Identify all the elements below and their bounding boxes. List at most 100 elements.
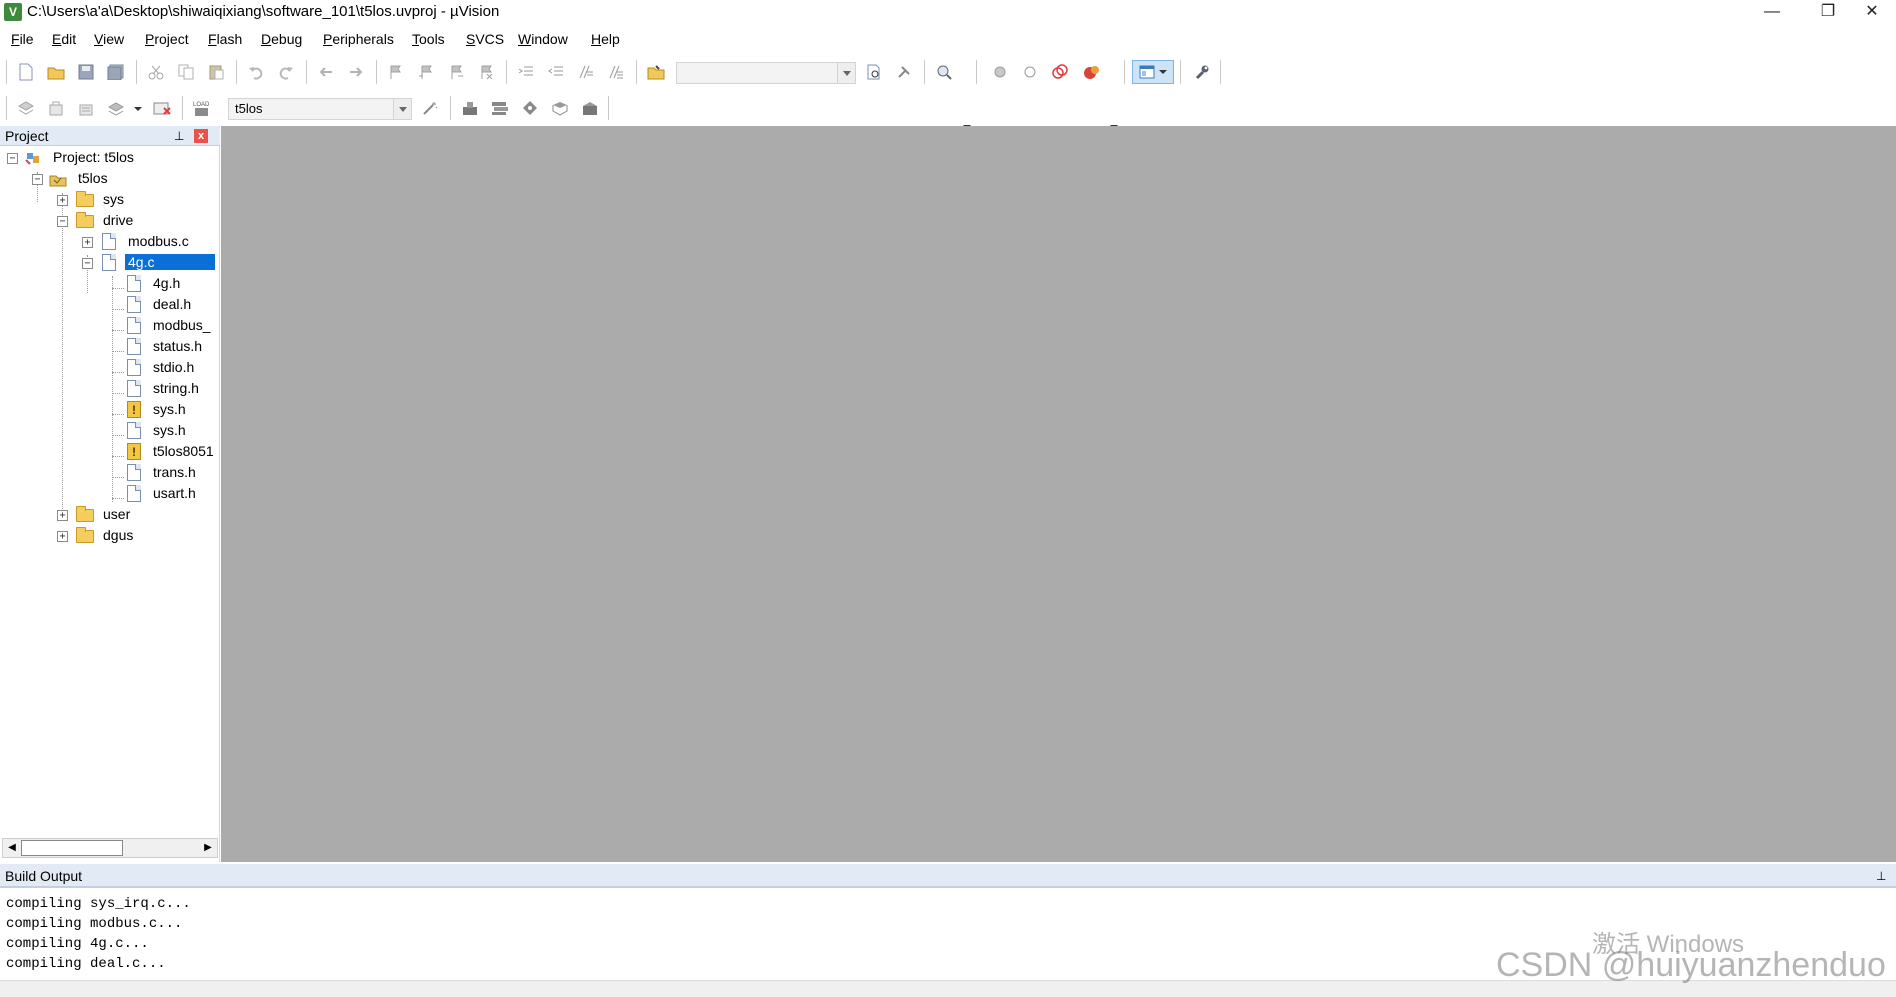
expand-toggle[interactable]: + xyxy=(57,531,68,542)
tree-include-t5los8051[interactable]: ! t5los8051 xyxy=(0,442,220,462)
comment-selection-button[interactable] xyxy=(574,60,598,84)
tree-include-usart-h[interactable]: usart.h xyxy=(0,484,220,504)
tree-include-stdio-h[interactable]: stdio.h xyxy=(0,358,220,378)
manage-project-items-button[interactable] xyxy=(458,96,482,120)
navigate-back-button[interactable] xyxy=(314,60,338,84)
save-button[interactable] xyxy=(74,60,98,84)
navigate-forward-button[interactable] xyxy=(344,60,368,84)
menu-peripherals[interactable]: Peripherals xyxy=(323,31,394,47)
pin-icon[interactable]: ⊥ xyxy=(174,129,184,143)
tree-group-drive[interactable]: − drive xyxy=(0,211,220,231)
collapse-toggle[interactable]: − xyxy=(32,174,43,185)
batch-build-dropdown-arrow[interactable] xyxy=(134,107,142,111)
scroll-left-icon[interactable]: ◀ xyxy=(3,839,21,857)
zoom-button[interactable] xyxy=(932,60,956,84)
tree-include-deal-h[interactable]: deal.h xyxy=(0,295,220,315)
tree-include-trans-h[interactable]: trans.h xyxy=(0,463,220,483)
menu-help[interactable]: Help xyxy=(591,31,620,47)
disable-breakpoints-icon xyxy=(1052,64,1068,79)
uncomment-selection-button[interactable] xyxy=(604,60,628,84)
open-file-button[interactable] xyxy=(44,60,68,84)
software-packs-button[interactable] xyxy=(578,96,602,120)
clear-bookmarks-button[interactable] xyxy=(474,60,498,84)
tree-group-user[interactable]: + user xyxy=(0,505,220,525)
target-folder-icon xyxy=(49,175,67,187)
collapse-toggle[interactable]: − xyxy=(7,153,18,164)
stop-build-button[interactable] xyxy=(150,96,174,120)
manage-run-time-button[interactable] xyxy=(518,96,542,120)
uvision-app-icon: V xyxy=(4,3,22,21)
target-options-button[interactable] xyxy=(418,96,442,120)
enable-breakpoint-button[interactable] xyxy=(1018,60,1042,84)
copy-button[interactable] xyxy=(174,60,198,84)
window-layout-button[interactable] xyxy=(1132,60,1174,84)
translate-button[interactable] xyxy=(14,96,38,120)
tree-include-modbus[interactable]: modbus_ xyxy=(0,316,220,336)
cut-button[interactable] xyxy=(144,60,168,84)
tree-project-root[interactable]: − Project: t5los xyxy=(0,148,220,168)
save-all-button[interactable] xyxy=(104,60,128,84)
editor-area[interactable] xyxy=(221,126,1896,862)
download-button[interactable]: LOAD xyxy=(190,96,214,120)
close-panel-icon[interactable]: x xyxy=(194,129,208,143)
pack-installer-button[interactable] xyxy=(548,96,572,120)
close-button[interactable]: ✕ xyxy=(1844,0,1896,26)
insert-bookmark-button[interactable] xyxy=(384,60,408,84)
menu-tools[interactable]: Tools xyxy=(412,31,445,47)
menu-project[interactable]: Project xyxy=(145,31,189,47)
disable-all-breakpoints-button[interactable] xyxy=(1048,60,1072,84)
build-button[interactable] xyxy=(44,96,68,120)
menu-edit[interactable]: Edit xyxy=(52,31,76,47)
tree-target-t5los[interactable]: − t5los xyxy=(0,169,220,189)
target-select[interactable]: t5los xyxy=(228,98,412,120)
menu-debug[interactable]: Debug xyxy=(261,31,302,47)
menu-file[interactable]: File xyxy=(11,31,34,47)
target-select-dropdown[interactable] xyxy=(393,99,411,119)
toolbar-separator xyxy=(1180,60,1181,84)
tree-file-4g-c[interactable]: − 4g.c xyxy=(0,253,220,273)
pin-icon[interactable]: ⊥ xyxy=(1876,869,1886,883)
select-packs-button[interactable] xyxy=(488,96,512,120)
tree-group-dgus[interactable]: + dgus xyxy=(0,526,220,546)
configure-button[interactable] xyxy=(1190,60,1214,84)
find-combo[interactable] xyxy=(676,62,856,84)
incremental-find-button[interactable] xyxy=(892,60,916,84)
minimize-button[interactable]: — xyxy=(1744,0,1800,26)
scroll-right-icon[interactable]: ▶ xyxy=(199,839,217,857)
insert-breakpoint-button[interactable] xyxy=(988,60,1012,84)
build-output-text[interactable]: compiling sys_irq.c... compiling modbus.… xyxy=(6,894,191,974)
expand-toggle[interactable]: + xyxy=(57,195,68,206)
previous-bookmark-button[interactable] xyxy=(414,60,438,84)
find-button[interactable] xyxy=(862,60,886,84)
menu-window[interactable]: Window xyxy=(518,31,568,47)
tree-include-sys-h-warning[interactable]: ! sys.h xyxy=(0,400,220,420)
redo-button[interactable] xyxy=(274,60,298,84)
tree-include-4g-h[interactable]: 4g.h xyxy=(0,274,220,294)
tree-include-status-h[interactable]: status.h xyxy=(0,337,220,357)
rebuild-button[interactable] xyxy=(74,96,98,120)
new-file-button[interactable] xyxy=(14,60,38,84)
tree-file-modbus-c[interactable]: + modbus.c xyxy=(0,232,220,252)
unindent-button[interactable] xyxy=(544,60,568,84)
menu-view[interactable]: View xyxy=(94,31,124,47)
paste-icon xyxy=(209,65,224,80)
project-horizontal-scrollbar[interactable]: ◀ ▶ xyxy=(2,838,218,858)
find-in-files-button[interactable] xyxy=(644,60,668,84)
collapse-toggle[interactable]: − xyxy=(82,258,93,269)
menu-svcs[interactable]: SVCS xyxy=(466,31,504,47)
scrollbar-thumb[interactable] xyxy=(21,840,123,856)
next-bookmark-button[interactable] xyxy=(444,60,468,84)
batch-build-button[interactable] xyxy=(104,96,128,120)
menu-flash[interactable]: Flash xyxy=(208,31,242,47)
tree-group-sys[interactable]: + sys xyxy=(0,190,220,210)
tree-include-sys-h[interactable]: sys.h xyxy=(0,421,220,441)
collapse-toggle[interactable]: − xyxy=(57,216,68,227)
expand-toggle[interactable]: + xyxy=(82,237,93,248)
paste-button[interactable] xyxy=(204,60,228,84)
tree-include-string-h[interactable]: string.h xyxy=(0,379,220,399)
undo-button[interactable] xyxy=(244,60,268,84)
expand-toggle[interactable]: + xyxy=(57,510,68,521)
indent-button[interactable] xyxy=(514,60,538,84)
kill-all-breakpoints-button[interactable] xyxy=(1080,60,1104,84)
find-combo-dropdown[interactable] xyxy=(837,63,855,83)
